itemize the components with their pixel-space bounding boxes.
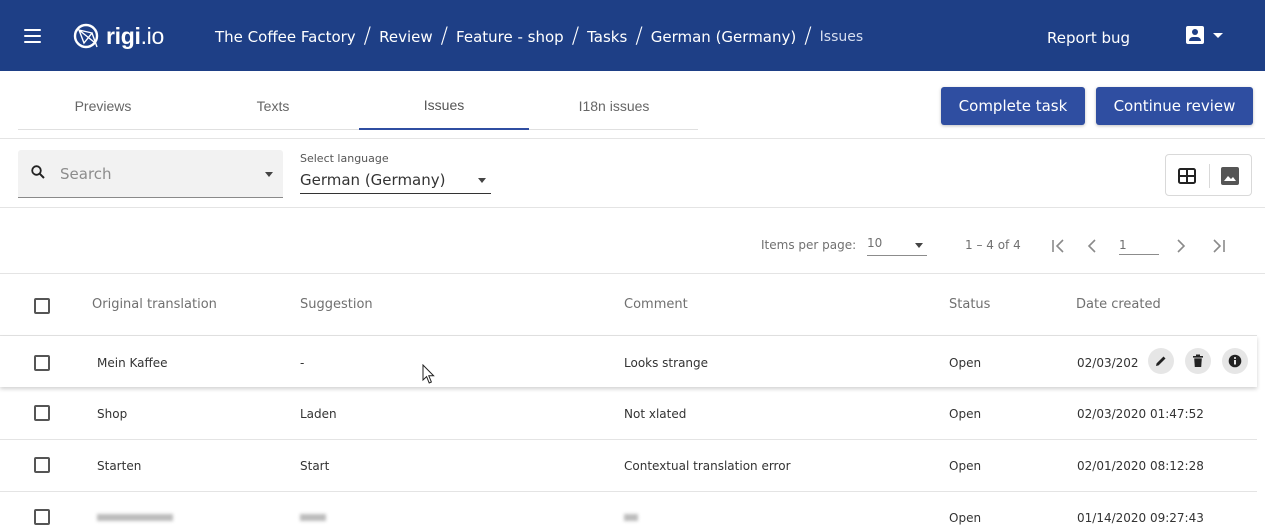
view-toggle-divider bbox=[1209, 164, 1210, 188]
chevron-down-icon bbox=[1213, 32, 1223, 38]
delete-button[interactable] bbox=[1185, 348, 1211, 374]
breadcrumb-separator: / bbox=[440, 24, 449, 49]
breadcrumb-language[interactable]: German (Germany) bbox=[651, 28, 796, 46]
breadcrumb-separator: / bbox=[363, 24, 372, 49]
row-checkbox[interactable] bbox=[34, 405, 50, 421]
page-number-input[interactable] bbox=[1119, 236, 1159, 255]
divider bbox=[0, 439, 1257, 440]
breadcrumb-separator: / bbox=[804, 24, 812, 49]
cell-original: Shop bbox=[97, 407, 128, 421]
column-header-status[interactable]: Status bbox=[949, 297, 990, 312]
rigi-logo-icon bbox=[73, 23, 99, 49]
cell-suggestion: - bbox=[300, 356, 305, 370]
language-select[interactable]: Select language German (Germany) bbox=[300, 150, 491, 194]
next-page-icon[interactable] bbox=[1170, 237, 1190, 255]
search-icon bbox=[31, 165, 45, 179]
edit-button[interactable] bbox=[1148, 348, 1174, 374]
tab-bar: Previews Texts Issues I18n issues bbox=[18, 81, 698, 130]
divider bbox=[0, 491, 1257, 492]
mouse-cursor-icon bbox=[422, 364, 435, 384]
column-header-comment[interactable]: Comment bbox=[624, 297, 688, 312]
cell-date: 02/03/2020 01:47:52 bbox=[1077, 407, 1204, 421]
breadcrumb-feature[interactable]: Feature - shop bbox=[456, 28, 564, 46]
chevron-down-icon bbox=[478, 178, 486, 183]
chevron-down-icon bbox=[915, 243, 923, 248]
tab-i18n-issues[interactable]: I18n issues bbox=[529, 81, 699, 130]
range-label: 1 – 4 of 4 bbox=[965, 238, 1021, 252]
breadcrumb-review[interactable]: Review bbox=[379, 28, 433, 46]
breadcrumb-current: Issues bbox=[819, 29, 864, 45]
logo-text: rigi.io bbox=[106, 22, 164, 49]
row-checkbox[interactable] bbox=[34, 509, 50, 525]
edit-icon bbox=[1156, 356, 1166, 366]
cell-comment: Not xlated bbox=[624, 407, 687, 421]
table-view-icon[interactable] bbox=[1178, 168, 1196, 184]
column-header-suggestion[interactable]: Suggestion bbox=[300, 297, 373, 312]
breadcrumb-separator: / bbox=[571, 24, 580, 49]
divider bbox=[0, 273, 1265, 274]
column-header-date[interactable]: Date created bbox=[1076, 297, 1161, 312]
blurred-suggestion bbox=[300, 514, 326, 521]
divider bbox=[0, 138, 1265, 139]
top-app-bar: rigi.io The Coffee Factory / Review / Fe… bbox=[0, 0, 1265, 71]
prev-page-icon[interactable] bbox=[1083, 237, 1103, 255]
blurred-comment bbox=[624, 514, 638, 521]
row-checkbox[interactable] bbox=[34, 355, 50, 371]
search-field[interactable] bbox=[18, 150, 283, 198]
info-icon bbox=[1228, 354, 1242, 368]
user-menu-button[interactable] bbox=[1186, 26, 1223, 44]
cell-date: 01/14/2020 09:27:43 bbox=[1077, 511, 1204, 525]
menu-icon[interactable] bbox=[24, 29, 41, 43]
cell-status: Open bbox=[949, 459, 982, 473]
rigi-logo[interactable]: rigi.io bbox=[72, 21, 164, 51]
report-bug-link[interactable]: Report bug bbox=[1047, 29, 1130, 47]
info-button[interactable] bbox=[1222, 348, 1248, 374]
search-input[interactable] bbox=[60, 164, 250, 184]
image-view-icon[interactable] bbox=[1221, 167, 1239, 185]
user-icon bbox=[1186, 26, 1204, 44]
cell-original: Starten bbox=[97, 459, 142, 473]
tab-previews[interactable]: Previews bbox=[18, 81, 188, 130]
search-dropdown-icon[interactable] bbox=[265, 172, 273, 177]
items-per-page-label: Items per page: bbox=[761, 238, 857, 252]
cell-original: Mein Kaffee bbox=[97, 356, 168, 370]
cell-comment: Looks strange bbox=[624, 356, 709, 370]
cell-status: Open bbox=[949, 356, 982, 370]
complete-task-button[interactable]: Complete task bbox=[941, 87, 1085, 125]
tab-texts[interactable]: Texts bbox=[188, 81, 358, 130]
blurred-original bbox=[97, 514, 173, 521]
column-header-original[interactable]: Original translation bbox=[92, 297, 217, 312]
language-select-value: German (Germany) bbox=[300, 171, 446, 189]
continue-review-button[interactable]: Continue review bbox=[1096, 87, 1253, 125]
cell-status: Open bbox=[949, 407, 982, 421]
first-page-icon[interactable] bbox=[1049, 237, 1069, 255]
row-checkbox[interactable] bbox=[34, 457, 50, 473]
delete-icon bbox=[1193, 354, 1203, 367]
divider bbox=[0, 207, 1265, 208]
breadcrumb-tasks[interactable]: Tasks bbox=[587, 28, 627, 46]
last-page-icon[interactable] bbox=[1208, 237, 1228, 255]
view-toggle bbox=[1165, 154, 1252, 196]
items-per-page-select[interactable]: 10 bbox=[867, 236, 927, 256]
tab-issues[interactable]: Issues bbox=[359, 81, 529, 130]
breadcrumb: The Coffee Factory / Review / Feature - … bbox=[215, 26, 863, 48]
select-all-checkbox[interactable] bbox=[34, 298, 50, 314]
breadcrumb-project[interactable]: The Coffee Factory bbox=[215, 28, 356, 46]
language-select-label: Select language bbox=[300, 152, 389, 165]
cell-date: 02/01/2020 08:12:28 bbox=[1077, 459, 1204, 473]
cell-status: Open bbox=[949, 511, 982, 525]
cell-suggestion: Start bbox=[300, 459, 330, 473]
items-per-page-value: 10 bbox=[867, 236, 883, 250]
cell-comment: Contextual translation error bbox=[624, 459, 791, 473]
cell-suggestion: Laden bbox=[300, 407, 337, 421]
cell-date: 02/03/202 bbox=[1077, 356, 1139, 370]
breadcrumb-separator: / bbox=[635, 24, 643, 49]
